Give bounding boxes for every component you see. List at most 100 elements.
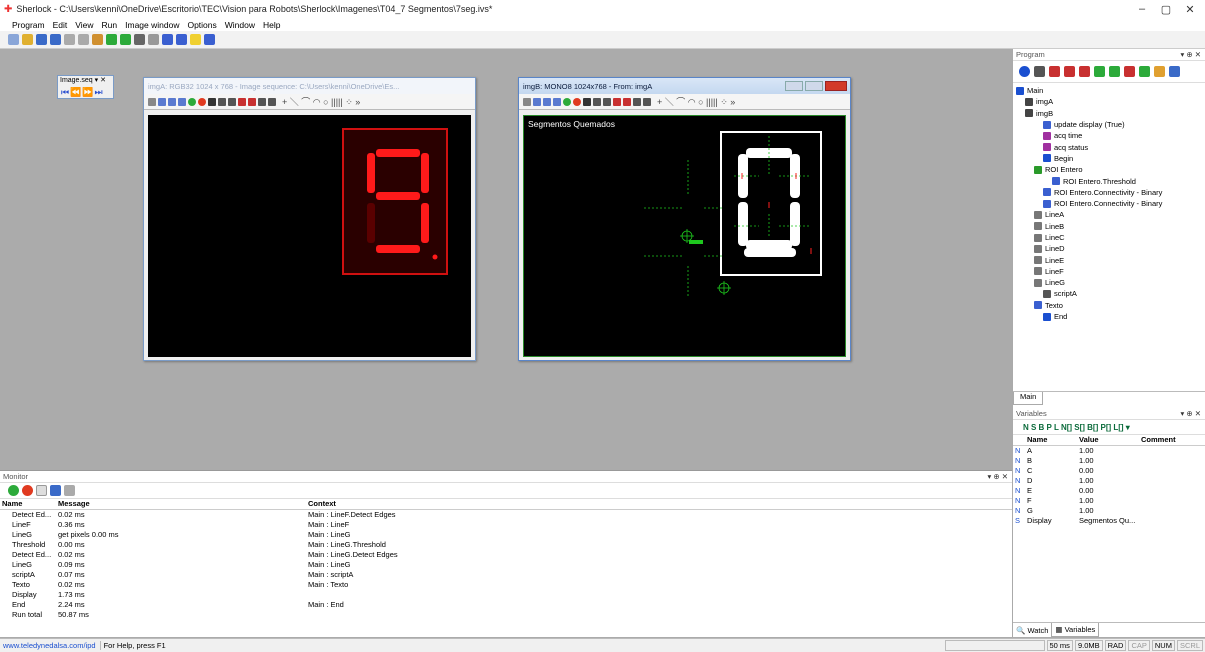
monitor-row[interactable]: LineF 0.36 ms Main : LineF bbox=[0, 519, 1012, 529]
step-icon[interactable] bbox=[148, 34, 159, 45]
clear-icon[interactable] bbox=[36, 485, 47, 496]
dropdown-icon[interactable] bbox=[204, 34, 215, 45]
col-name[interactable]: Name bbox=[0, 499, 56, 509]
menu-edit[interactable]: Edit bbox=[53, 20, 68, 30]
tree-node[interactable]: LineB bbox=[1016, 221, 1202, 232]
mdi-close-button[interactable] bbox=[825, 81, 847, 91]
tree-node[interactable]: LineF bbox=[1016, 266, 1202, 277]
variable-row[interactable]: N D 1.00 bbox=[1013, 475, 1205, 485]
if-icon[interactable] bbox=[1139, 66, 1150, 77]
tool3-icon[interactable] bbox=[633, 97, 641, 106]
arc-roi-icon[interactable] bbox=[228, 97, 236, 106]
tree-node[interactable]: acq status bbox=[1016, 141, 1202, 152]
paste-icon[interactable] bbox=[92, 34, 103, 45]
tool3-icon[interactable] bbox=[258, 97, 266, 106]
arc-roi-icon[interactable] bbox=[603, 97, 611, 106]
save-icon[interactable] bbox=[50, 485, 61, 496]
tree-node[interactable]: Begin bbox=[1016, 153, 1202, 164]
col-message[interactable]: Message bbox=[56, 499, 306, 509]
minimize-button[interactable]: – bbox=[1130, 0, 1154, 18]
stop-icon[interactable] bbox=[22, 485, 33, 496]
tree-node[interactable]: LineG bbox=[1016, 277, 1202, 288]
last-frame-icon[interactable]: ⏭ bbox=[95, 87, 103, 98]
pause-icon[interactable] bbox=[162, 34, 173, 45]
col-name[interactable]: Name bbox=[1025, 435, 1077, 445]
menu-help[interactable]: Help bbox=[263, 20, 280, 30]
variable-row[interactable]: N G 1.00 bbox=[1013, 505, 1205, 515]
main-icon[interactable] bbox=[1019, 66, 1030, 77]
monitor-row[interactable]: End 2.24 ms Main : End bbox=[0, 599, 1012, 609]
menu-image-window[interactable]: Image window bbox=[125, 20, 179, 30]
pointer-icon[interactable] bbox=[583, 97, 591, 106]
monitor-row[interactable]: Run total 50.87 ms bbox=[0, 609, 1012, 619]
stop-icon[interactable] bbox=[1124, 66, 1135, 77]
zoom-out-icon[interactable] bbox=[543, 97, 551, 106]
variable-row[interactable]: S Display Segmentos Qu... bbox=[1013, 515, 1205, 525]
new-icon[interactable] bbox=[8, 34, 19, 45]
step-over-icon[interactable] bbox=[176, 34, 187, 45]
previous-frame-icon[interactable]: ⏪ bbox=[70, 87, 81, 98]
rect-roi-icon[interactable] bbox=[593, 97, 601, 106]
tool2-icon[interactable] bbox=[248, 97, 256, 106]
stop-icon[interactable] bbox=[573, 97, 581, 106]
tree-node[interactable]: ROI Entero bbox=[1016, 164, 1202, 175]
tool-icon[interactable] bbox=[238, 97, 246, 106]
tree-node[interactable]: Texto bbox=[1016, 300, 1202, 311]
tree-node[interactable]: LineE bbox=[1016, 254, 1202, 265]
variable-row[interactable]: N F 1.00 bbox=[1013, 495, 1205, 505]
next-frame-icon[interactable]: ⏩ bbox=[82, 87, 93, 98]
maximize-button[interactable]: ▢ bbox=[1154, 0, 1178, 18]
tool2-icon[interactable] bbox=[623, 97, 631, 106]
tree-node[interactable]: ROI Entero.Connectivity - Binary bbox=[1016, 187, 1202, 198]
variable-row[interactable]: N A 1.00 bbox=[1013, 445, 1205, 455]
go-icon[interactable] bbox=[188, 97, 196, 106]
col-value[interactable]: Value bbox=[1077, 435, 1139, 445]
properties-icon[interactable] bbox=[523, 97, 531, 106]
help-icon[interactable] bbox=[1169, 66, 1180, 77]
tree-node[interactable]: LineD bbox=[1016, 243, 1202, 254]
panel-controls-icon[interactable]: ▾ ⊕ ✕ bbox=[987, 472, 1008, 481]
pointer-icon[interactable] bbox=[208, 97, 216, 106]
copy-icon[interactable] bbox=[78, 34, 89, 45]
panel-controls-icon[interactable]: ▾ ⊕ ✕ bbox=[1180, 409, 1201, 418]
start-icon[interactable] bbox=[8, 485, 19, 496]
tree-node[interactable]: LineC bbox=[1016, 232, 1202, 243]
monitor-row[interactable]: Detect Ed... 0.02 ms Main : LineG.Detect E… bbox=[0, 549, 1012, 559]
tree-node[interactable]: End bbox=[1016, 311, 1202, 322]
run-icon[interactable] bbox=[106, 34, 117, 45]
properties-icon[interactable] bbox=[148, 97, 156, 106]
menu-window[interactable]: Window bbox=[225, 20, 255, 30]
tree-node[interactable]: update display (True) bbox=[1016, 119, 1202, 130]
bulb-icon[interactable] bbox=[190, 34, 201, 45]
close-button[interactable]: ✕ bbox=[1178, 0, 1202, 18]
tree-node[interactable]: ROI Entero.Connectivity - Binary bbox=[1016, 198, 1202, 209]
tool4-icon[interactable] bbox=[268, 97, 276, 106]
label-icon[interactable] bbox=[1094, 66, 1105, 77]
print-icon[interactable] bbox=[64, 34, 75, 45]
mdi-restore-button[interactable] bbox=[805, 81, 823, 91]
menu-run[interactable]: Run bbox=[102, 20, 118, 30]
imgA-window[interactable]: imgA: RGB32 1024 x 768 - Image sequence:… bbox=[143, 77, 476, 361]
variables-toolbar[interactable]: N S B P L N[] S[] B[] P[] L[] ▾ bbox=[1013, 420, 1205, 435]
line-tools-icon[interactable]: + ＼ ⌒ ◠ ○ ||||| ⁘ » bbox=[282, 95, 360, 108]
open-icon[interactable] bbox=[22, 34, 33, 45]
tree-node[interactable]: imgB bbox=[1016, 108, 1202, 119]
first-frame-icon[interactable]: ⏮ bbox=[61, 87, 69, 98]
tree-node[interactable]: LineA bbox=[1016, 209, 1202, 220]
variable-row[interactable]: N E 0.00 bbox=[1013, 485, 1205, 495]
tree-node[interactable]: acq time bbox=[1016, 130, 1202, 141]
save-icon[interactable] bbox=[36, 34, 47, 45]
tree-node[interactable]: scriptA bbox=[1016, 288, 1202, 299]
imgB-canvas[interactable]: Segmentos Quemados bbox=[523, 115, 846, 357]
imgA-canvas[interactable] bbox=[148, 115, 471, 357]
zoom-in-icon[interactable] bbox=[533, 97, 541, 106]
monitor-row[interactable]: Display 1.73 ms bbox=[0, 589, 1012, 599]
variable-row[interactable]: N C 0.00 bbox=[1013, 465, 1205, 475]
tree-node[interactable]: Main bbox=[1016, 85, 1202, 96]
tab-main[interactable]: Main bbox=[1013, 392, 1044, 405]
zoom-fit-icon[interactable] bbox=[178, 97, 186, 106]
roi-icon[interactable] bbox=[1049, 66, 1060, 77]
tool4-icon[interactable] bbox=[643, 97, 651, 106]
col-comment[interactable]: Comment bbox=[1139, 435, 1205, 445]
monitor-row[interactable]: Texto 0.02 ms Main : Texto bbox=[0, 579, 1012, 589]
